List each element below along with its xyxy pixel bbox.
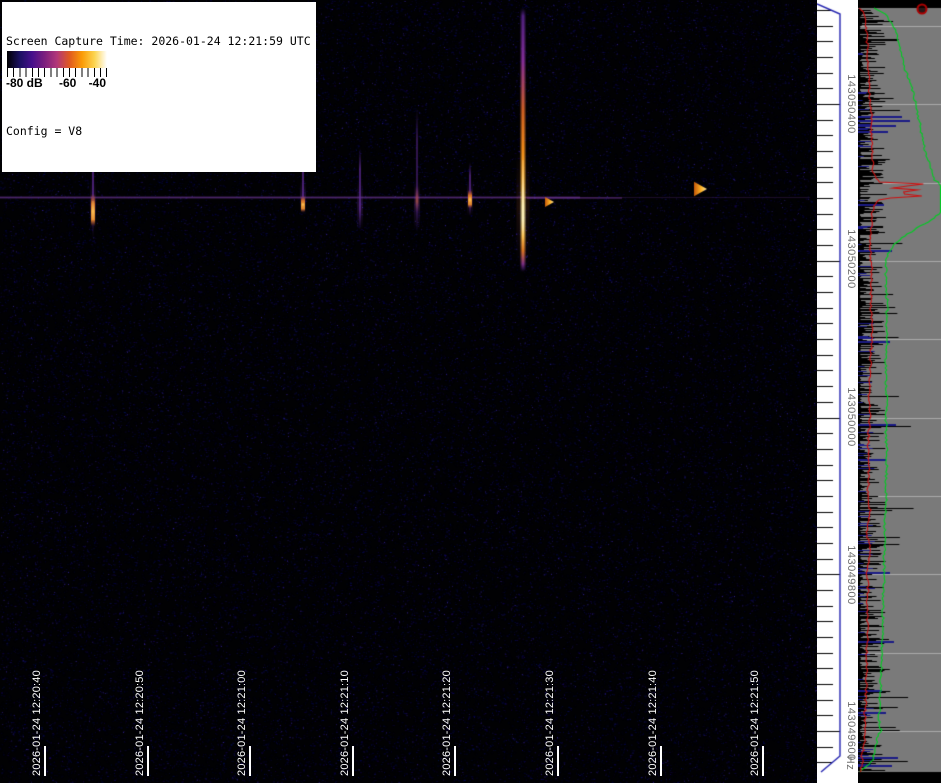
frequency-tick-label: 143050400 xyxy=(845,74,857,134)
spectrum-panel[interactable] xyxy=(858,0,941,783)
spectrogram-window: Screen Capture Time: 2026-01-24 12:21:59… xyxy=(0,0,941,783)
time-tick-label: 2026-01-24 12:20:40 xyxy=(31,670,43,776)
time-tick-label: 2026-01-24 12:21:10 xyxy=(338,670,351,776)
time-tick-mark xyxy=(557,746,559,776)
time-tick-label: 2026-01-24 12:21:30 xyxy=(544,670,556,776)
time-tick-mark xyxy=(659,746,662,776)
frequency-tick-label: 143050200 xyxy=(845,229,857,289)
time-tick-mark xyxy=(454,746,457,776)
frequency-tick-label: 143050000 xyxy=(845,387,857,447)
colorbar-gradient xyxy=(7,51,107,68)
time-tick-mark xyxy=(146,746,149,776)
frequency-unit-label: Hz xyxy=(844,755,856,771)
time-tick-mark xyxy=(762,746,765,776)
time-tick-label: 2026-01-24 12:20:50 xyxy=(133,670,146,776)
frequency-tick-label: 143049800 xyxy=(845,545,857,605)
colorbar-labels: -80 dB -60 -40 xyxy=(5,76,109,91)
time-tick-label: 2026-01-24 12:21:50 xyxy=(749,670,762,776)
colorbar-label-min: -80 dB xyxy=(6,76,43,90)
colorbar-label-mid: -60 xyxy=(59,76,77,90)
colorbar-label-max: -40 xyxy=(88,76,106,90)
frequency-axis: 143050400 143050200 143050000 143049800 1430… xyxy=(817,0,858,783)
capture-time-text: Screen Capture Time: 2026-01-24 12:21:59… xyxy=(6,34,311,48)
time-tick-mark xyxy=(44,746,46,776)
time-tick-mark xyxy=(351,746,354,776)
time-tick-label: 2026-01-24 12:21:40 xyxy=(646,670,659,776)
config-text: Config = V8 xyxy=(6,124,83,138)
time-tick-label: 2026-01-24 12:21:00 xyxy=(236,670,249,776)
time-tick-mark xyxy=(249,746,252,776)
colorbar-legend: -80 dB -60 -40 xyxy=(4,49,110,92)
frequency-tick-label: 143049600 xyxy=(845,701,857,761)
time-tick-label: 2026-01-24 12:21:20 xyxy=(441,670,454,776)
